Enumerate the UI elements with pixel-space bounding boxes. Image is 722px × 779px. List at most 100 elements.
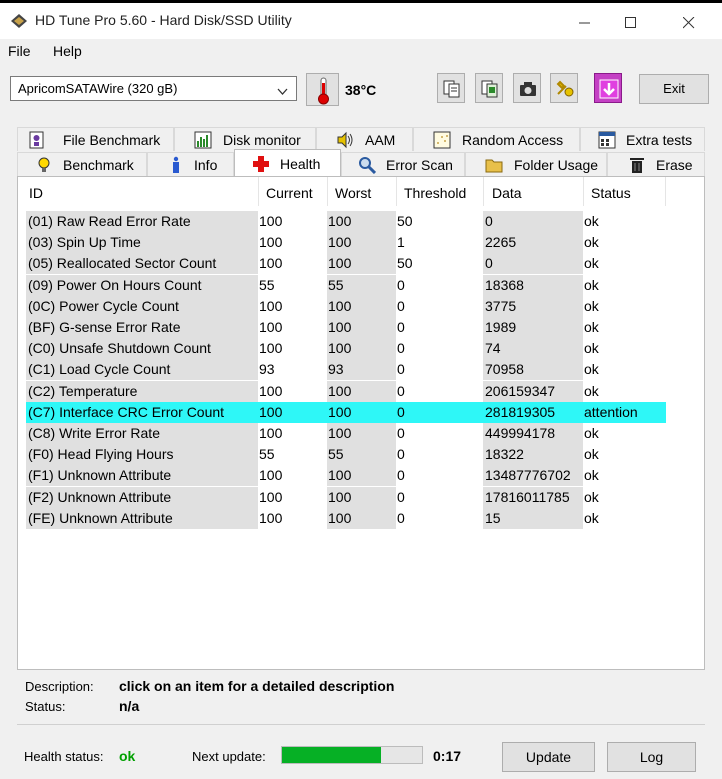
cell-threshold: 0 (397, 382, 405, 399)
table-row[interactable]: (0C) Power Cycle Count 100 100 0 3775 ok (26, 295, 666, 317)
table-row[interactable]: (09) Power On Hours Count 55 55 0 18368 ok (26, 274, 666, 296)
cell-status: ok (584, 340, 599, 357)
cell-status: ok (584, 509, 599, 526)
table-row[interactable]: (C2) Temperature 100 100 0 206159347 ok (26, 380, 666, 402)
table-row[interactable]: (F0) Head Flying Hours 55 55 0 18322 ok (26, 444, 666, 466)
tab-random-access-label: Random Access (462, 132, 564, 148)
table-row[interactable]: (01) Raw Read Error Rate 100 100 50 0 ok (26, 211, 666, 232)
cell-id: (01) Raw Read Error Rate (26, 211, 258, 232)
column-divider (583, 177, 584, 206)
drive-select[interactable]: ApricomSATAWire (320 gB) (10, 76, 297, 101)
cell-id: (05) Reallocated Sector Count (26, 253, 258, 275)
copy-all-button[interactable] (475, 73, 503, 103)
cell-status: ok (584, 255, 599, 272)
folder-icon (485, 156, 503, 174)
wrench-icon (556, 80, 574, 97)
menu-help[interactable]: Help (53, 43, 82, 59)
cell-id: (C1) Load Cycle Count (26, 359, 258, 381)
menu-file[interactable]: File (8, 43, 31, 59)
maximize-icon (625, 17, 636, 28)
tab-benchmark-label: Benchmark (63, 157, 134, 173)
cell-worst: 100 (328, 297, 352, 314)
cell-data: 1989 (485, 319, 517, 335)
app-logo-icon (9, 12, 29, 30)
cell-data: 206159347 (485, 382, 556, 399)
cell-worst: 55 (328, 276, 344, 293)
tab-extra-tests[interactable]: Extra tests (580, 127, 705, 151)
cell-status: ok (584, 425, 599, 441)
cell-worst: 100 (328, 488, 352, 505)
trash-icon (628, 156, 646, 174)
save-button[interactable] (594, 73, 622, 103)
table-row[interactable]: (C8) Write Error Rate 100 100 0 449994178 ok (26, 423, 666, 444)
col-data-header[interactable]: Data (492, 185, 522, 201)
copy-info-button[interactable] (437, 73, 465, 103)
table-row[interactable]: (03) Spin Up Time 100 100 1 2265 ok (26, 232, 666, 254)
tab-error-scan[interactable]: Error Scan (341, 152, 465, 176)
tab-folder-usage[interactable]: Folder Usage (465, 152, 607, 176)
cell-current: 93 (259, 361, 275, 378)
tab-aam[interactable]: AAM (316, 127, 413, 151)
table-row[interactable]: (FE) Unknown Attribute 100 100 0 15 ok (26, 507, 666, 529)
col-id-header[interactable]: ID (29, 185, 43, 201)
tab-file-benchmark[interactable]: File Benchmark (17, 127, 174, 151)
thermometer-icon (306, 73, 339, 106)
item-status-label: Status: (25, 699, 66, 714)
table-row[interactable]: (05) Reallocated Sector Count 100 100 50 0 ok (26, 253, 666, 275)
table-row[interactable]: (BF) G-sense Error Rate 100 100 0 1989 ok (26, 317, 666, 338)
exit-button[interactable]: Exit (639, 74, 709, 104)
cell-worst: 100 (328, 425, 352, 441)
tab-disk-monitor[interactable]: Disk monitor (174, 127, 316, 151)
cell-current: 100 (259, 509, 283, 526)
cell-id: (C2) Temperature (26, 380, 258, 402)
table-row[interactable]: (C7) Interface CRC Error Count 100 100 0 281… (26, 401, 666, 423)
maximize-button[interactable] (608, 6, 654, 39)
cell-threshold: 1 (397, 234, 405, 251)
cell-id: (C7) Interface CRC Error Count (26, 401, 258, 423)
cell-id: (F0) Head Flying Hours (26, 444, 258, 466)
cell-data: 74 (485, 340, 501, 357)
update-button[interactable]: Update (502, 742, 595, 772)
countdown-timer: 0:17 (433, 748, 462, 764)
cell-status: ok (584, 488, 599, 505)
close-button[interactable] (666, 6, 712, 39)
cell-status: attention (584, 403, 638, 420)
cell-data: 0 (485, 255, 493, 272)
smart-table-header: ID Current Worst Threshold Data Status (18, 177, 704, 206)
cell-data: 15 (485, 509, 501, 526)
tab-info-label: Info (194, 157, 218, 173)
table-row[interactable]: (C1) Load Cycle Count 93 93 0 70958 ok (26, 359, 666, 381)
col-current-header[interactable]: Current (266, 185, 313, 201)
table-row[interactable]: (F2) Unknown Attribute 100 100 0 17816011785… (26, 486, 666, 508)
tab-random-access[interactable]: Random Access (413, 127, 580, 151)
next-update-label: Next update: (192, 749, 266, 764)
column-divider (483, 177, 484, 206)
file-benchmark-icon (28, 131, 46, 149)
table-row[interactable]: (F1) Unknown Attribute 100 100 0 13487776702… (26, 465, 666, 487)
minimize-button[interactable] (562, 6, 608, 39)
column-divider (258, 177, 259, 206)
col-worst-header[interactable]: Worst (335, 185, 371, 201)
table-row[interactable]: (C0) Unsafe Shutdown Count 100 100 0 74 ok (26, 338, 666, 360)
random-access-icon (433, 131, 451, 149)
cell-data: 70958 (485, 361, 524, 378)
log-button[interactable]: Log (607, 742, 696, 772)
col-status-header[interactable]: Status (591, 185, 631, 201)
options-button[interactable] (550, 73, 578, 103)
cell-current: 100 (259, 213, 283, 229)
cell-current: 100 (259, 403, 283, 420)
cell-worst: 100 (328, 467, 352, 484)
copy-icon (443, 80, 460, 98)
col-threshold-header[interactable]: Threshold (404, 185, 466, 201)
tab-erase[interactable]: Erase (607, 152, 705, 176)
tab-benchmark[interactable]: Benchmark (17, 152, 147, 176)
tab-health[interactable]: Health (234, 149, 341, 176)
cell-data: 3775 (485, 297, 517, 314)
cell-data: 2265 (485, 234, 517, 251)
screenshot-button[interactable] (513, 73, 541, 103)
tab-info[interactable]: Info (147, 152, 234, 176)
cell-current: 100 (259, 234, 283, 251)
cell-id: (0C) Power Cycle Count (26, 295, 258, 317)
cell-status: ok (584, 234, 599, 251)
tab-row-bottom: Benchmark Info Health Error Scan Folder … (17, 149, 705, 176)
